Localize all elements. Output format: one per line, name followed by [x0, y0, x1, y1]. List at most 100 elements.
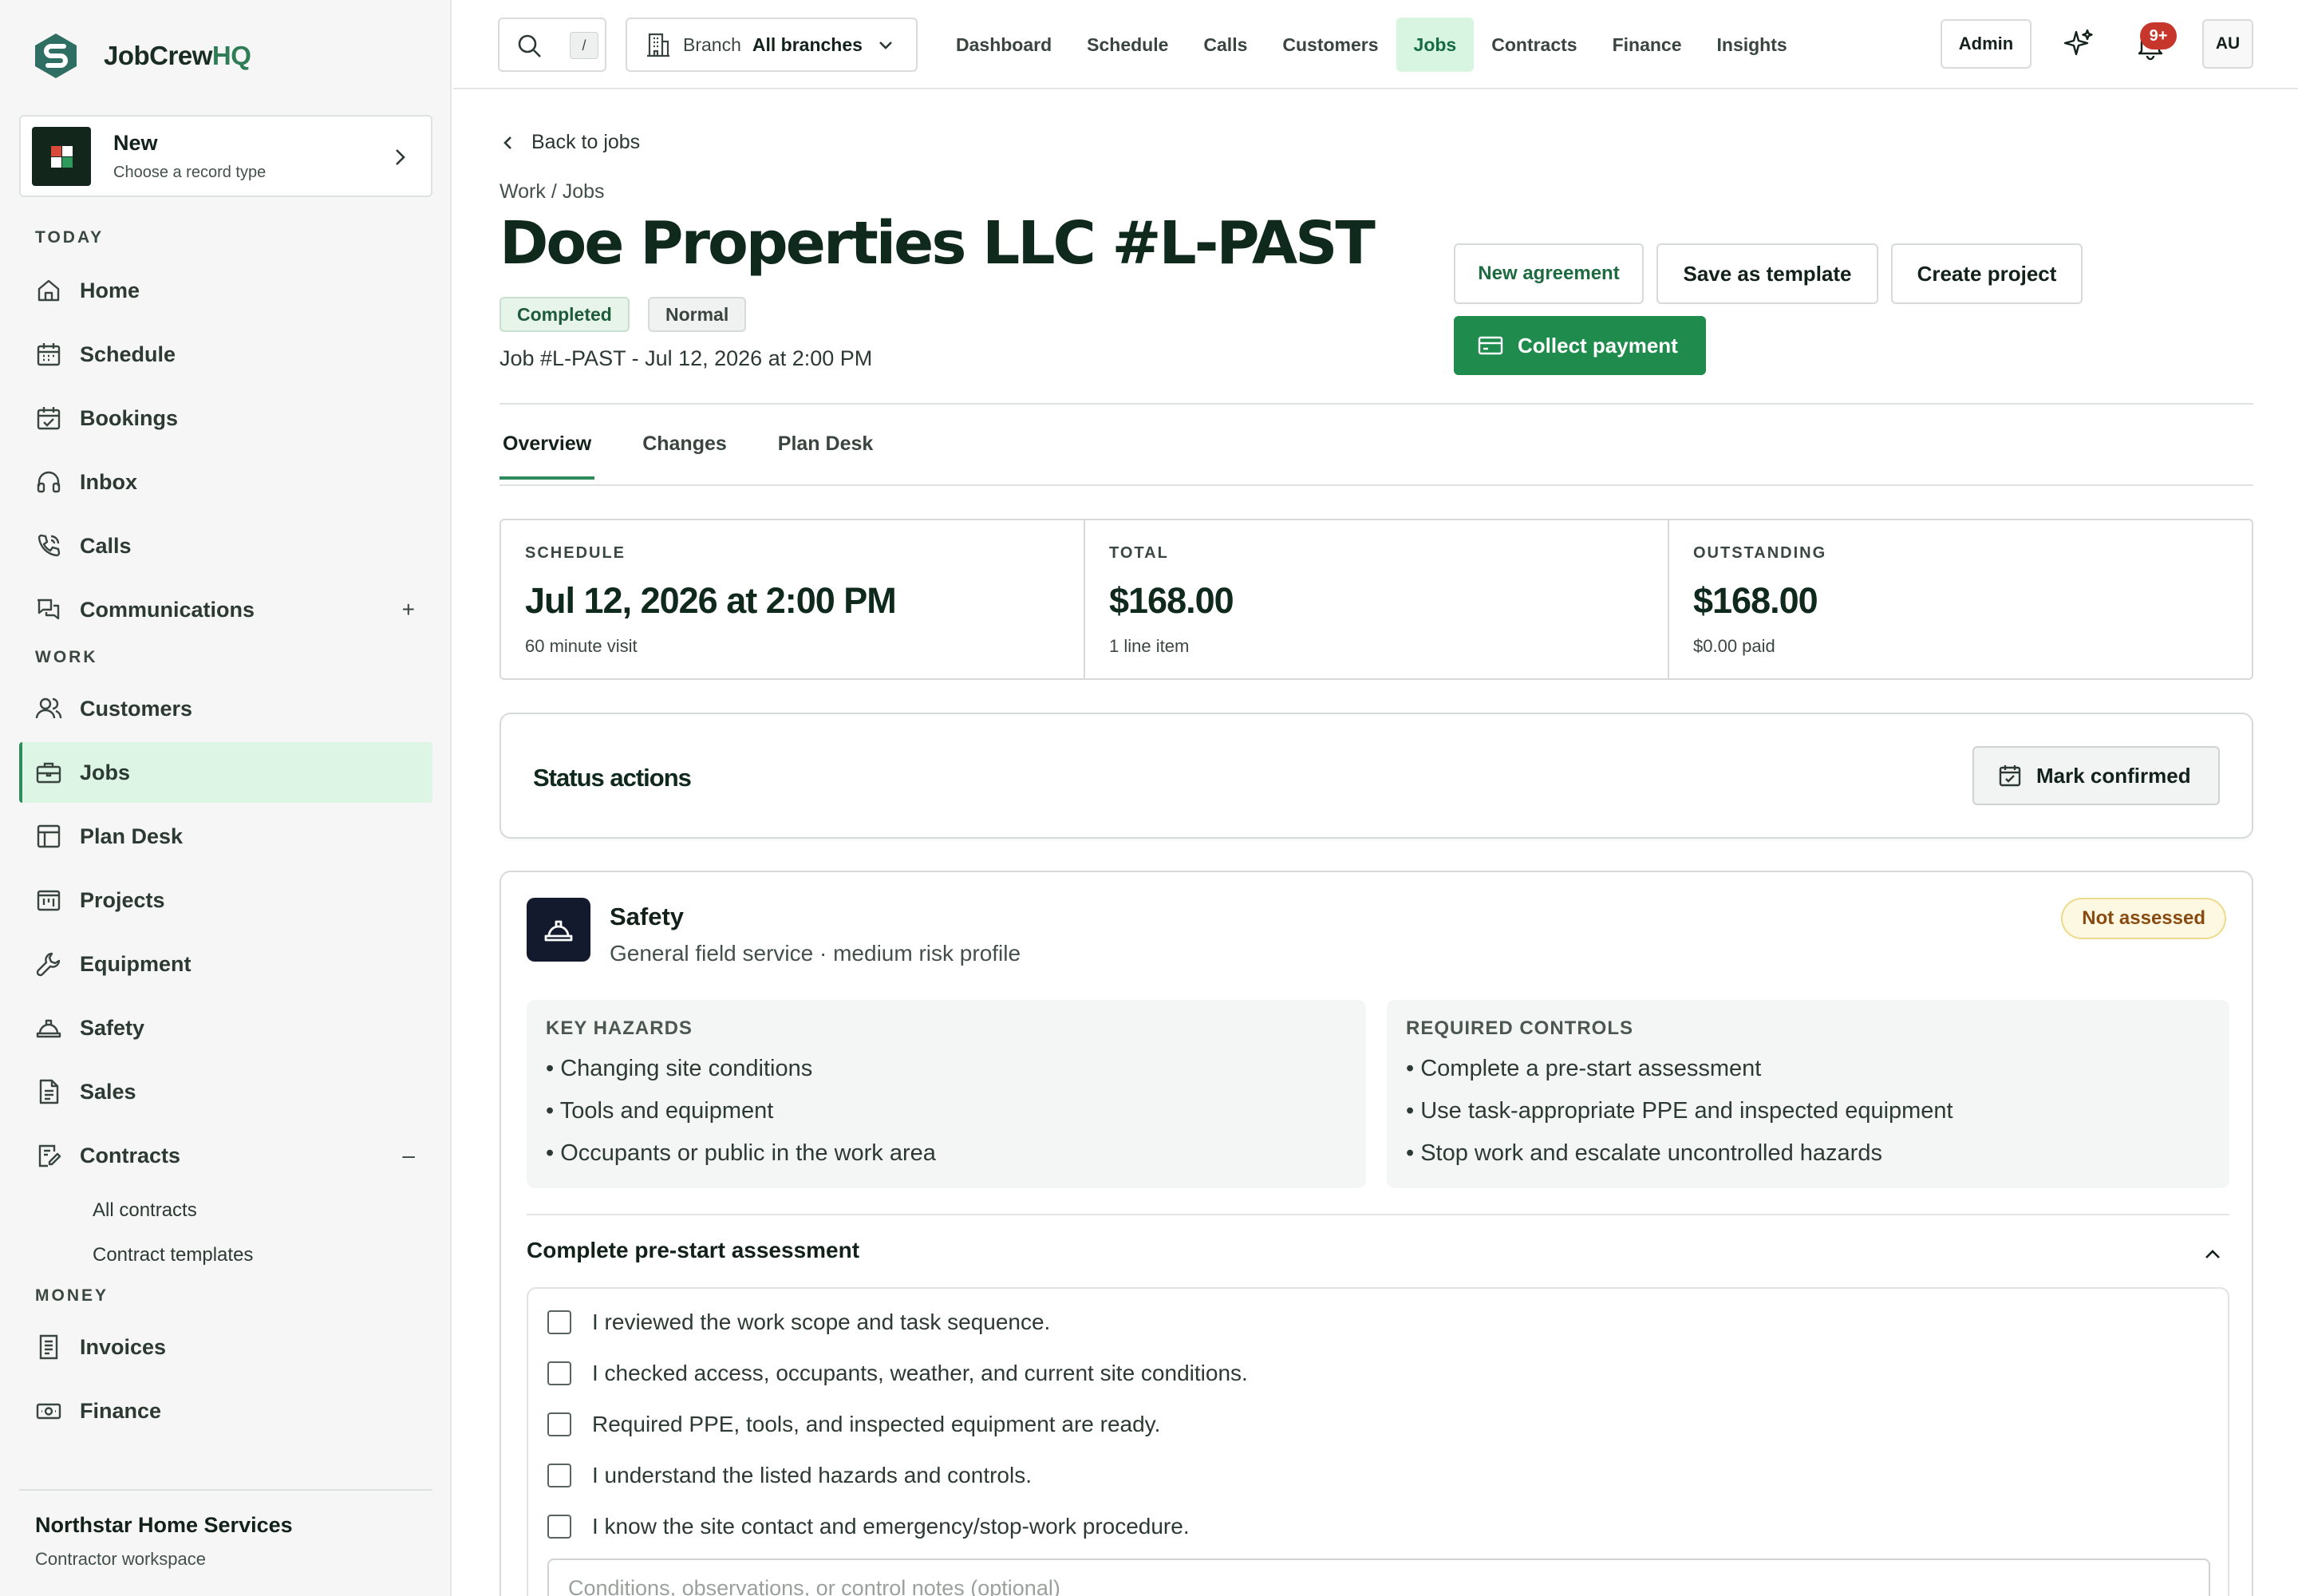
mark-confirmed-label: Mark confirmed [2036, 763, 2191, 788]
required-controls-box: REQUIRED CONTROLS • Complete a pre-start… [1387, 1000, 2229, 1188]
stat-subtext: 60 minute visit [525, 636, 638, 656]
safety-subtitle: General field service · medium risk prof… [610, 941, 1021, 966]
status-actions-title: Status actions [533, 764, 692, 792]
priority-badge: Normal [648, 297, 747, 332]
brand[interactable]: JobCrewHQ [32, 32, 251, 80]
sidebar-item-label: Home [80, 278, 140, 302]
admin-button[interactable]: Admin [1941, 19, 2031, 69]
sidebar-item-safety[interactable]: Safety [19, 998, 432, 1058]
branch-label: Branch [683, 34, 741, 55]
sidebar-item-calls[interactable]: Calls [19, 516, 432, 576]
checkbox[interactable] [547, 1515, 571, 1539]
stat-label: OUTSTANDING [1693, 544, 1827, 562]
chevron-down-icon [879, 41, 892, 49]
stat-value: $168.00 [1693, 580, 1818, 621]
users-icon [35, 697, 62, 719]
sidebar-item-communications[interactable]: Communications + [19, 579, 432, 640]
collapse-toggle[interactable]: – [402, 1143, 415, 1168]
sparkle-icon[interactable] [2062, 27, 2095, 61]
top-nav: Dashboard Schedule Calls Customers Jobs … [938, 18, 1805, 72]
topnav-contracts[interactable]: Contracts [1474, 18, 1594, 72]
assessment-status-badge: Not assessed [2061, 898, 2226, 939]
sidebar-item-label: Plan Desk [80, 824, 184, 848]
sidebar-item-finance[interactable]: Finance [19, 1381, 432, 1441]
expand-toggle[interactable]: + [402, 597, 415, 622]
home-icon [38, 279, 60, 302]
safety-title: Safety [610, 903, 685, 930]
new-record-button[interactable]: New Choose a record type [19, 115, 432, 197]
topnav-customers[interactable]: Customers [1265, 18, 1396, 72]
required-controls-label: REQUIRED CONTROLS [1406, 1017, 1634, 1039]
tab-plan-desk[interactable]: Plan Desk [775, 433, 877, 480]
calendar-check-icon [1999, 765, 2021, 787]
stat-outstanding: OUTSTANDING $168.00 $0.00 paid [1669, 520, 2252, 678]
sidebar-item-label: Sales [80, 1079, 136, 1104]
assessment-section-title[interactable]: Complete pre-start assessment [527, 1238, 859, 1263]
sidebar-item-equipment[interactable]: Equipment [19, 934, 432, 994]
hazard-item: • Tools and equipment [546, 1098, 774, 1124]
tab-overview[interactable]: Overview [499, 433, 595, 480]
chevron-up-icon[interactable] [2202, 1244, 2223, 1265]
checkbox[interactable] [547, 1361, 571, 1385]
sidebar-subitem-all-contracts[interactable]: All contracts [93, 1199, 197, 1222]
sidebar-item-contracts[interactable]: Contracts – [19, 1125, 432, 1186]
checklist-label: I understand the listed hazards and cont… [592, 1463, 1033, 1487]
workspace-subtitle: Contractor workspace [35, 1549, 206, 1569]
back-to-jobs-link[interactable]: Back to jobs [499, 131, 640, 154]
checklist-item[interactable]: I understand the listed hazards and cont… [547, 1463, 1032, 1488]
create-project-button[interactable]: Create project [1891, 243, 2083, 304]
sidebar-item-jobs[interactable]: Jobs [19, 742, 432, 803]
checkbox[interactable] [547, 1464, 571, 1487]
topnav-jobs[interactable]: Jobs [1396, 18, 1475, 72]
collect-payment-button[interactable]: Collect payment [1454, 316, 1706, 375]
save-as-template-button[interactable]: Save as template [1656, 243, 1878, 304]
tab-bar: Overview Changes Plan Desk [499, 433, 921, 480]
search-button[interactable]: / [498, 18, 606, 72]
workspace-switcher[interactable]: Northstar Home Services Contractor works… [19, 1489, 432, 1570]
sidebar-item-label: Bookings [80, 405, 179, 430]
sidebar-item-schedule[interactable]: Schedule [19, 324, 432, 385]
sidebar-item-customers[interactable]: Customers [19, 678, 432, 739]
sidebar-item-bookings[interactable]: Bookings [19, 388, 432, 448]
stat-label: SCHEDULE [525, 544, 626, 562]
chevron-right-icon [396, 149, 405, 165]
new-record-title: New [113, 130, 158, 155]
sidebar-item-label: Jobs [80, 760, 131, 784]
sidebar-item-invoices[interactable]: Invoices [19, 1317, 432, 1377]
tab-changes[interactable]: Changes [639, 433, 730, 480]
sidebar-item-plan-desk[interactable]: Plan Desk [19, 806, 432, 867]
sidebar-item-home[interactable]: Home [19, 260, 432, 321]
checklist-item[interactable]: Required PPE, tools, and inspected equip… [547, 1412, 1160, 1437]
checklist-label: I know the site contact and emergency/st… [592, 1514, 1190, 1539]
topnav-insights[interactable]: Insights [1700, 18, 1805, 72]
sidebar-item-sales[interactable]: Sales [19, 1061, 432, 1122]
checkbox[interactable] [547, 1310, 571, 1334]
checklist-item[interactable]: I know the site contact and emergency/st… [547, 1514, 1190, 1539]
branch-selector[interactable]: Branch All branches [626, 18, 918, 72]
breadcrumb: Work / Jobs [499, 180, 605, 203]
collect-payment-label: Collect payment [1518, 333, 1678, 358]
checklist-item[interactable]: I reviewed the work scope and task seque… [547, 1310, 1050, 1335]
control-item: • Complete a pre-start assessment [1406, 1056, 1762, 1081]
mark-confirmed-button[interactable]: Mark confirmed [1972, 746, 2220, 805]
sidebar-item-label: Finance [80, 1398, 162, 1423]
contract-edit-icon [38, 1144, 61, 1167]
topnav-schedule[interactable]: Schedule [1069, 18, 1186, 72]
section-money: MONEY [35, 1286, 109, 1305]
sidebar-item-inbox[interactable]: Inbox [19, 452, 432, 512]
checkbox[interactable] [547, 1412, 571, 1436]
sidebar-item-label: Contracts [80, 1143, 181, 1167]
section-today: TODAY [35, 228, 105, 247]
sidebar-item-label: Safety [80, 1015, 145, 1040]
hazard-item: • Occupants or public in the work area [546, 1140, 936, 1166]
invoice-icon [39, 1334, 58, 1360]
checklist-item[interactable]: I checked access, occupants, weather, an… [547, 1361, 1248, 1386]
sidebar-subitem-contract-templates[interactable]: Contract templates [93, 1244, 253, 1266]
topnav-calls[interactable]: Calls [1186, 18, 1265, 72]
topnav-finance[interactable]: Finance [1595, 18, 1700, 72]
sidebar-item-projects[interactable]: Projects [19, 870, 432, 930]
new-agreement-button[interactable]: New agreement [1454, 243, 1644, 304]
topnav-dashboard[interactable]: Dashboard [938, 18, 1069, 72]
notes-textarea[interactable]: Conditions, observations, or control not… [547, 1558, 2210, 1596]
avatar[interactable]: AU [2202, 19, 2253, 69]
